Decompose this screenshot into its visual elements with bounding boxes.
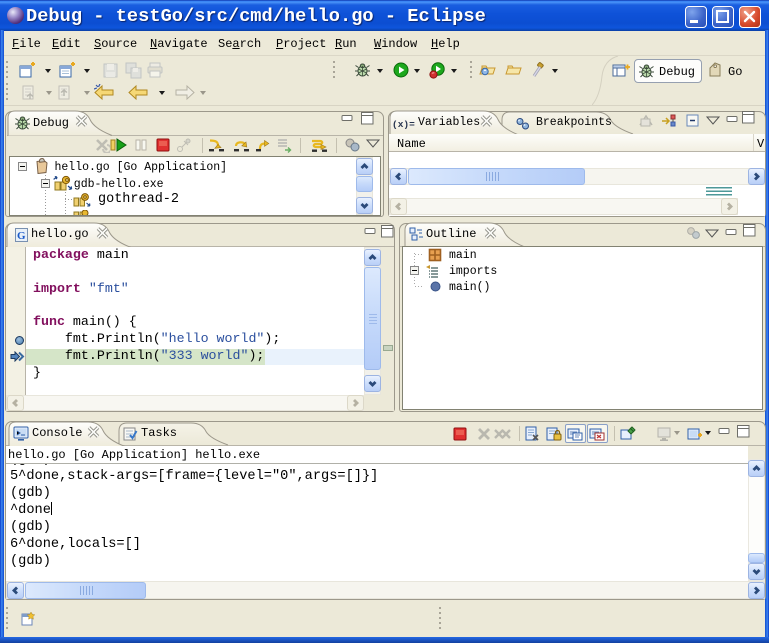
- svg-text:G: G: [17, 230, 26, 242]
